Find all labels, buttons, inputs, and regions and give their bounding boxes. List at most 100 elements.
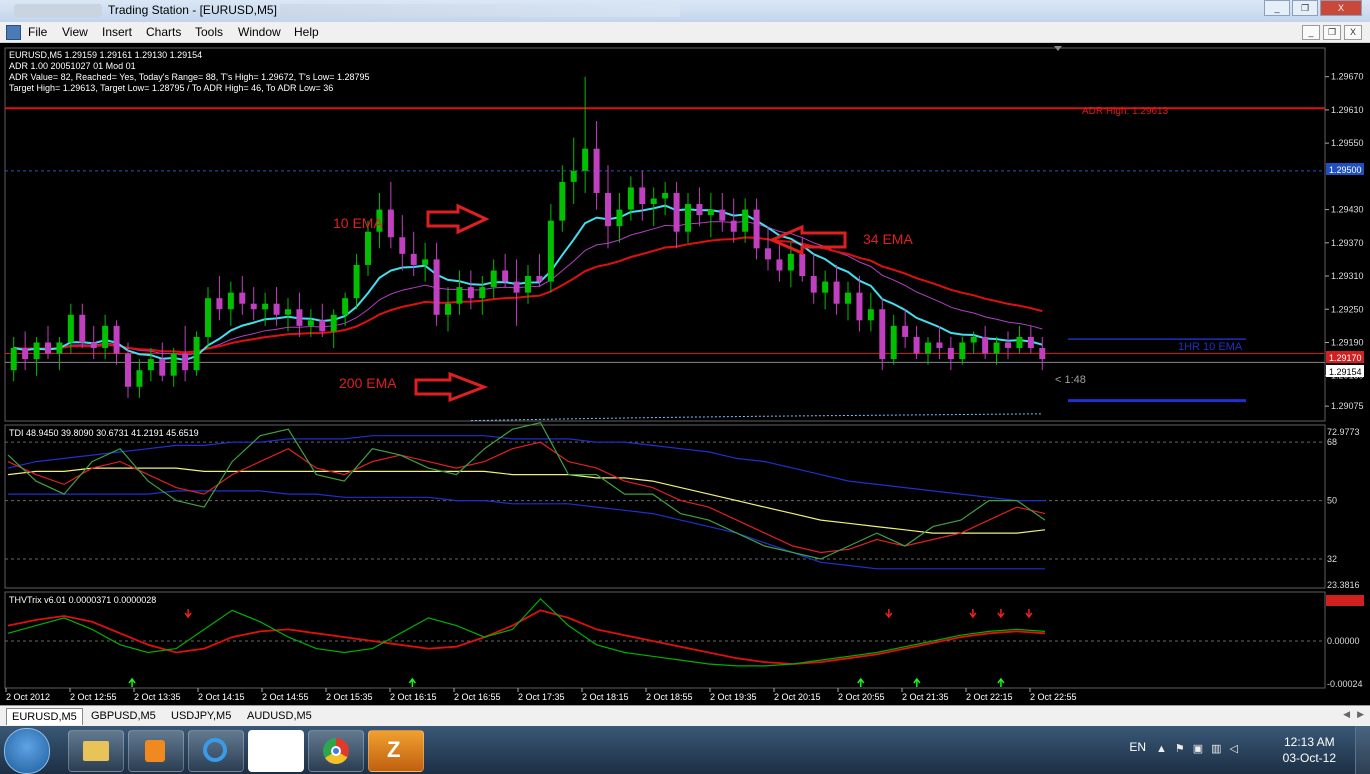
candle-body xyxy=(285,309,291,315)
chart-area[interactable]: 72.977368503223.38160.000250.00000-0.000… xyxy=(0,43,1370,705)
minimize-button[interactable]: _ xyxy=(1264,0,1290,16)
candle-body xyxy=(730,220,737,232)
blank-window[interactable] xyxy=(248,730,304,772)
candle-body xyxy=(227,292,234,310)
tab-audusd[interactable]: AUDUSD,M5 xyxy=(242,708,317,724)
candle-body xyxy=(296,309,303,326)
time-axis-label: 2 Oct 16:55 xyxy=(454,692,501,702)
trix-layer xyxy=(5,597,1325,687)
candle-body xyxy=(867,309,874,321)
menu-charts[interactable]: Charts xyxy=(146,25,181,39)
candle-body xyxy=(1016,336,1023,349)
candle-body xyxy=(193,336,200,371)
candle-body xyxy=(547,220,554,282)
tab-gbpusd[interactable]: GBPUSD,M5 xyxy=(86,708,161,724)
candle-body xyxy=(22,348,29,360)
candle-body xyxy=(273,303,280,315)
mdi-minimize-button[interactable]: _ xyxy=(1302,25,1320,40)
menu-file[interactable]: File xyxy=(28,25,47,39)
system-clock[interactable]: 12:13 AM 03-Oct-12 xyxy=(1283,734,1336,766)
tdi-fast-line xyxy=(7,422,1046,560)
time-axis-label: 2 Oct 18:55 xyxy=(646,692,693,702)
candle-body xyxy=(125,353,131,387)
show-desktop-button[interactable] xyxy=(1355,726,1370,774)
trix-red-line xyxy=(7,609,1046,665)
candle-body xyxy=(993,342,1000,354)
candle-body xyxy=(159,359,166,376)
price-header-line-4: Target High= 1.29613, Target Low= 1.2879… xyxy=(9,83,333,93)
candle-body xyxy=(342,298,349,315)
bar-countdown: < 1:48 xyxy=(1055,374,1086,386)
tab-eurusd[interactable]: EURUSD,M5 xyxy=(6,708,83,725)
menu-insert[interactable]: Insert xyxy=(102,25,132,39)
maximize-button[interactable]: ❐ xyxy=(1292,0,1318,16)
time-axis-label: 2 Oct 16:15 xyxy=(390,692,437,702)
candle-body xyxy=(1039,348,1046,360)
candle-body xyxy=(33,342,40,360)
start-button[interactable] xyxy=(4,728,50,774)
hr10-ema-label: 1HR 10 EMA xyxy=(1178,341,1243,353)
tdi-axis-label: 23.3816 xyxy=(1327,580,1360,590)
candle-body xyxy=(776,259,783,271)
candle-body xyxy=(205,298,211,337)
mdi-close-button[interactable]: X xyxy=(1344,25,1362,40)
candle-body xyxy=(45,342,51,354)
candle-body xyxy=(685,204,691,232)
ema200-annotation: 200 EMA xyxy=(339,375,397,391)
candle-body xyxy=(616,209,623,227)
tab-usdjpy[interactable]: USDJPY,M5 xyxy=(166,708,236,724)
candle-body xyxy=(925,342,931,354)
candle-body xyxy=(639,187,646,205)
price-axis-label: 1.29310 xyxy=(1331,271,1364,281)
chrome-icon[interactable] xyxy=(308,730,364,772)
blurred-title-overlay xyxy=(280,4,680,17)
trix-value-tag xyxy=(1326,595,1364,606)
menu-tools[interactable]: Tools xyxy=(195,25,223,39)
tray-icons[interactable]: ▲⚑▣▥◁ xyxy=(1156,742,1246,755)
sell-signal-arrow-icon xyxy=(885,609,893,619)
app-icon[interactable] xyxy=(6,25,21,40)
sell-signal-arrow-icon xyxy=(1025,609,1033,619)
price-axis-label: 1.29370 xyxy=(1331,238,1364,248)
candle-body xyxy=(856,292,863,321)
price-axis-label: 1.29550 xyxy=(1331,138,1364,148)
chart-tab-bar: EURUSD,M5 GBPUSD,M5 USDJPY,M5 AUDUSD,M5 … xyxy=(0,705,1370,727)
candle-body xyxy=(502,270,509,282)
candle-body xyxy=(307,320,314,326)
menu-view[interactable]: View xyxy=(62,25,88,39)
time-axis-label: 2 Oct 20:55 xyxy=(838,692,885,702)
candle-body xyxy=(582,148,589,171)
candle-body xyxy=(890,325,897,360)
time-axis-label: 2 Oct 17:35 xyxy=(518,692,565,702)
candle-body xyxy=(799,253,806,277)
time-axis-label: 2 Oct 15:35 xyxy=(326,692,373,702)
time-axis-label: 2 Oct 13:35 xyxy=(134,692,181,702)
candle-body xyxy=(593,148,600,193)
menu-window[interactable]: Window xyxy=(238,25,281,39)
price-header-line-2: ADR 1.00 20051027 01 Mod 01 xyxy=(9,61,136,71)
language-indicator[interactable]: EN xyxy=(1129,740,1146,754)
menu-help[interactable]: Help xyxy=(294,25,319,39)
media-icon[interactable] xyxy=(128,730,184,772)
candle-body xyxy=(170,353,177,376)
candle-body xyxy=(216,298,223,310)
ie-icon[interactable] xyxy=(188,730,244,772)
folder-icon[interactable] xyxy=(68,730,124,772)
candle-body xyxy=(353,264,360,299)
mdi-restore-button[interactable]: ❐ xyxy=(1323,25,1341,40)
candle-body xyxy=(673,192,680,232)
winrar-icon[interactable]: Z xyxy=(368,730,424,772)
price-axis-label: 1.29250 xyxy=(1331,304,1364,314)
candle-body xyxy=(399,237,406,254)
tab-scroll-right-icon[interactable]: ▶ xyxy=(1357,709,1364,720)
close-button[interactable]: X xyxy=(1320,0,1362,16)
candle-body xyxy=(422,259,429,265)
time-axis-label: 2 Oct 14:15 xyxy=(198,692,245,702)
tab-scroll-left-icon[interactable]: ◀ xyxy=(1343,709,1350,720)
price-header-line-1: EURUSD,M5 1.29159 1.29161 1.29130 1.2915… xyxy=(9,50,202,60)
candle-body xyxy=(365,231,371,265)
clock-date: 03-Oct-12 xyxy=(1282,751,1336,765)
candle-body xyxy=(959,342,966,360)
chart-canvas[interactable]: 72.977368503223.38160.000250.00000-0.000… xyxy=(0,43,1370,705)
menu-bar: File View Insert Charts Tools Window Hel… xyxy=(0,22,1370,43)
